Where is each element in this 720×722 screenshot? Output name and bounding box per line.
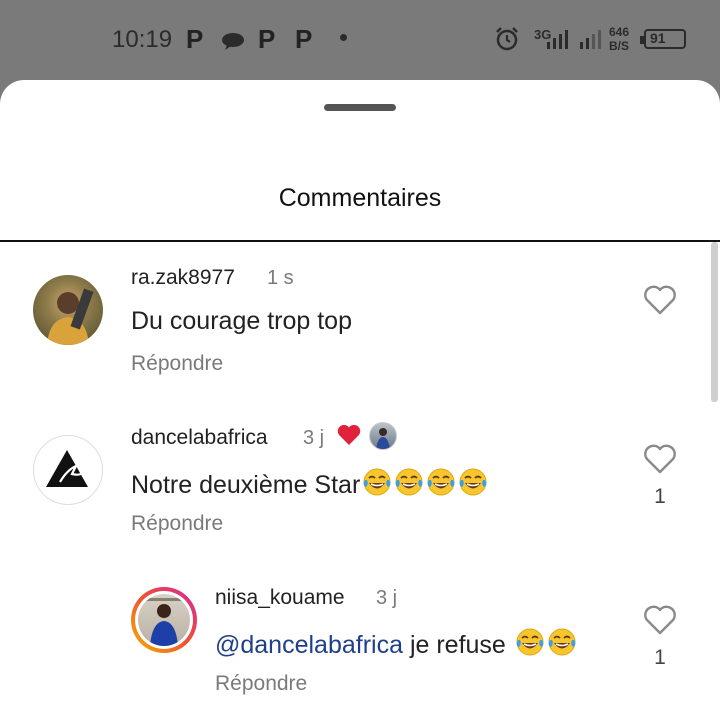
comment-text-body: je refuse	[403, 631, 513, 659]
signal-icon	[545, 28, 569, 55]
comment-time: 3 j	[303, 427, 325, 449]
like-count: 1	[654, 646, 666, 669]
notification-p-icon: P	[186, 24, 204, 54]
sheet-title: Commentaires	[278, 184, 442, 212]
avatar	[135, 591, 193, 649]
comment-time: 3 j	[376, 587, 398, 609]
laughing-tears-emoji-icon	[363, 468, 391, 496]
notification-p-icon: P	[295, 24, 313, 54]
reply-button[interactable]: Répondre	[215, 672, 307, 696]
comments-sheet: Commentaires ra.zak8977 1 s Du courage t…	[0, 80, 720, 722]
status-time: 10:19	[112, 26, 173, 53]
comment-username[interactable]: ra.zak8977	[131, 266, 235, 290]
notification-p-icon: P	[258, 24, 276, 54]
more-notifications-dot	[340, 34, 347, 41]
comment-text-body: Notre deuxième Star	[131, 471, 361, 499]
laughing-tears-emoji-icon	[459, 468, 487, 496]
battery-icon: 91	[640, 29, 686, 49]
laughing-tears-emoji-icon	[548, 628, 576, 656]
mention-link[interactable]: @dancelabafrica	[215, 631, 403, 659]
comment-text: Notre deuxième Star	[131, 467, 488, 500]
comment-text: Du courage trop top	[131, 307, 352, 335]
comment-text: @dancelabafrica je refuse	[215, 627, 577, 660]
avatar[interactable]	[33, 275, 103, 345]
header-divider	[0, 240, 720, 242]
signal-icon-2	[578, 28, 602, 55]
story-ring[interactable]	[131, 587, 197, 653]
scrollbar[interactable]	[711, 242, 718, 402]
battery-level: 91	[650, 30, 666, 46]
laughing-tears-emoji-icon	[427, 468, 455, 496]
emoji-group	[360, 468, 488, 499]
network-speed-unit: B/S	[609, 39, 630, 53]
drag-handle[interactable]	[324, 104, 396, 111]
emoji-group	[513, 628, 577, 659]
battery-cap	[640, 36, 644, 44]
comment-username[interactable]: niisa_kouame	[215, 586, 345, 610]
like-heart-icon[interactable]	[643, 444, 677, 474]
laughing-tears-emoji-icon	[516, 628, 544, 656]
network-speed-value: 646	[609, 25, 630, 39]
chat-bubble-icon	[221, 32, 245, 55]
status-bar: 10:19 P P P 3G 646 B/S 91	[0, 0, 720, 80]
laughing-tears-emoji-icon	[395, 468, 423, 496]
reply-button[interactable]: Répondre	[131, 352, 223, 376]
comment-time: 1 s	[267, 267, 294, 289]
network-speed: 646 B/S	[609, 25, 629, 53]
reply-button[interactable]: Répondre	[131, 512, 223, 536]
avatar[interactable]	[33, 435, 103, 505]
like-heart-icon[interactable]	[643, 605, 677, 635]
creator-avatar	[369, 422, 397, 450]
creator-liked-heart-icon	[337, 424, 361, 445]
comment-username[interactable]: dancelabafrica	[131, 426, 268, 450]
like-count: 1	[654, 485, 666, 508]
alarm-icon	[494, 26, 520, 57]
like-heart-icon[interactable]	[643, 285, 677, 315]
